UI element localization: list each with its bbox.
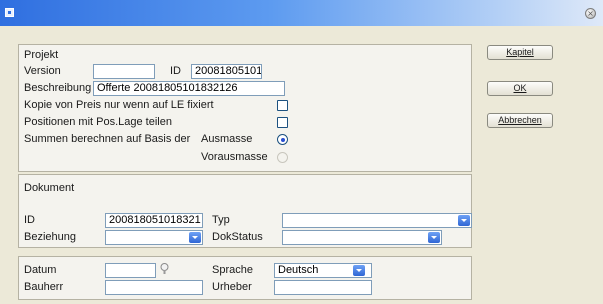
close-button[interactable]: × <box>585 8 596 19</box>
projekt-id-field[interactable]: 20081805101 <box>191 64 262 79</box>
bauherr-field[interactable] <box>105 280 203 295</box>
kopie-preis-checkbox[interactable] <box>277 100 288 111</box>
typ-combobox[interactable] <box>282 213 472 228</box>
sprache-label: Sprache <box>212 264 253 276</box>
beziehung-combobox[interactable] <box>105 230 203 245</box>
urheber-field[interactable] <box>274 280 372 295</box>
app-icon <box>5 8 14 17</box>
sprache-combobox[interactable]: Deutsch <box>274 263 372 278</box>
summen-label: Summen berechnen auf Basis der <box>24 133 191 145</box>
dokstatus-label: DokStatus <box>212 231 263 243</box>
urheber-label: Urheber <box>212 281 252 293</box>
beschreibung-label: Beschreibung <box>24 82 92 94</box>
typ-label: Typ <box>212 214 230 226</box>
dokument-panel: Dokument ID 200818051018321 Typ Beziehun… <box>18 174 472 248</box>
beziehung-label: Beziehung <box>24 231 76 243</box>
abbrechen-button[interactable]: Abbrechen <box>487 113 553 128</box>
vorausmasse-label: Vorausmasse <box>201 151 268 163</box>
dokument-id-label: ID <box>24 214 35 226</box>
kapitel-button[interactable]: Kapitel <box>487 45 553 60</box>
version-field[interactable] <box>93 64 155 79</box>
beziehung-dropdown-icon[interactable] <box>189 232 201 243</box>
positionen-label: Positionen mit Pos.Lage teilen <box>24 116 172 128</box>
datum-label: Datum <box>24 264 57 276</box>
dokument-id-field[interactable]: 200818051018321 <box>105 213 203 228</box>
datum-field[interactable] <box>105 263 156 278</box>
sprache-dropdown-icon[interactable] <box>353 265 365 276</box>
dokstatus-combobox[interactable] <box>282 230 442 245</box>
positionen-checkbox[interactable] <box>277 117 288 128</box>
dialog-client-area: Projekt Version ID 20081805101 Beschreib… <box>0 26 603 304</box>
kopie-preis-label: Kopie von Preis nur wenn auf LE fixiert <box>24 99 214 111</box>
ausmasse-label: Ausmasse <box>201 133 253 145</box>
details-panel: Datum Sprache Deutsch Bauherr Urheber <box>18 256 472 300</box>
dokument-section-title: Dokument <box>24 182 75 194</box>
typ-dropdown-icon[interactable] <box>458 215 470 226</box>
date-picker-icon[interactable] <box>160 263 169 275</box>
projekt-id-label: ID <box>170 65 181 77</box>
projekt-panel: Projekt Version ID 20081805101 Beschreib… <box>18 44 472 172</box>
window-titlebar[interactable]: × <box>0 0 603 26</box>
projekt-section-title: Projekt <box>24 49 59 61</box>
version-label: Version <box>24 65 61 77</box>
beschreibung-field[interactable]: Offerte 20081805101832126 <box>93 81 285 96</box>
sprache-value: Deutsch <box>278 264 319 276</box>
ausmasse-radio[interactable] <box>277 134 288 145</box>
vorausmasse-radio[interactable] <box>277 152 288 163</box>
bauherr-label: Bauherr <box>24 281 64 293</box>
ok-button[interactable]: OK <box>487 81 553 96</box>
dokstatus-dropdown-icon[interactable] <box>428 232 440 243</box>
